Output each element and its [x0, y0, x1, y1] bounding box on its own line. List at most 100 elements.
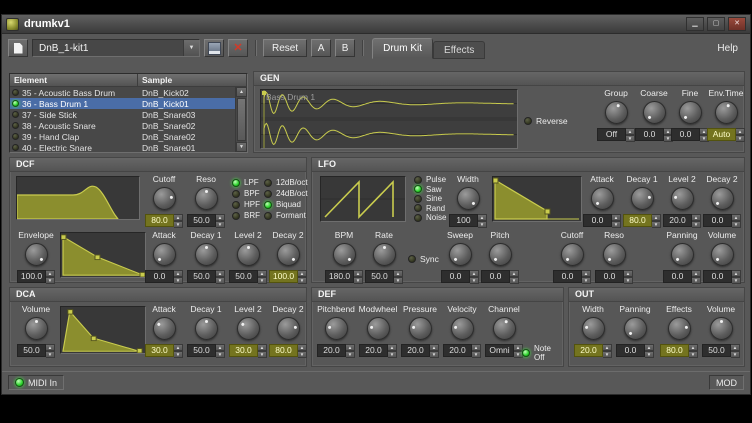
- spin-down-icon[interactable]: ▼: [612, 221, 621, 228]
- spin-buttons[interactable]: ▲▼: [354, 270, 363, 283]
- decay-2-value[interactable]: 80.0▲▼: [269, 344, 307, 357]
- combo-dropdown-icon[interactable]: ▼: [183, 40, 199, 56]
- spin-buttons[interactable]: ▲▼: [388, 344, 397, 357]
- spin-buttons[interactable]: ▲▼: [174, 214, 183, 227]
- cutoff-knob[interactable]: [561, 243, 584, 266]
- spin-up-icon[interactable]: ▲: [258, 344, 267, 351]
- coarse-knob[interactable]: [643, 101, 666, 124]
- sweep-knob[interactable]: [449, 243, 472, 266]
- list-scrollbar[interactable]: ▲ ▼: [235, 87, 247, 152]
- reso-knob[interactable]: [195, 187, 218, 210]
- spin-buttons[interactable]: ▲▼: [216, 344, 225, 357]
- spin-up-icon[interactable]: ▲: [612, 214, 621, 221]
- bpm-knob[interactable]: [333, 243, 356, 266]
- volume-value[interactable]: 0.0▲▼: [703, 270, 741, 283]
- reso-value[interactable]: 0.0▲▼: [595, 270, 633, 283]
- pressure-knob[interactable]: [409, 317, 432, 340]
- spin-buttons[interactable]: ▲▼: [258, 344, 267, 357]
- pitchbend-value[interactable]: 20.0▲▼: [317, 344, 355, 357]
- reso-knob[interactable]: [603, 243, 626, 266]
- spin-buttons[interactable]: ▲▼: [689, 344, 698, 357]
- spin-down-icon[interactable]: ▼: [645, 351, 654, 358]
- spin-up-icon[interactable]: ▲: [472, 344, 481, 351]
- spin-up-icon[interactable]: ▲: [394, 270, 403, 277]
- spin-down-icon[interactable]: ▼: [216, 277, 225, 284]
- effects-knob[interactable]: [668, 317, 691, 340]
- spin-buttons[interactable]: ▲▼: [174, 344, 183, 357]
- spin-up-icon[interactable]: ▲: [298, 344, 307, 351]
- volume-value[interactable]: 50.0▲▼: [17, 344, 55, 357]
- dcf-envelope-graph[interactable]: [60, 232, 146, 278]
- spin-up-icon[interactable]: ▲: [388, 344, 397, 351]
- attack-value[interactable]: 0.0▲▼: [583, 214, 621, 227]
- preset-combo[interactable]: DnB_1-kit1 ▼: [32, 39, 200, 57]
- spin-down-icon[interactable]: ▼: [624, 277, 633, 284]
- spin-buttons[interactable]: ▲▼: [612, 214, 621, 227]
- velocity-value[interactable]: 20.0▲▼: [443, 344, 481, 357]
- help-button[interactable]: Help: [711, 41, 744, 56]
- decay-1-knob[interactable]: [195, 317, 218, 340]
- spin-up-icon[interactable]: ▲: [174, 270, 183, 277]
- spin-up-icon[interactable]: ▲: [692, 270, 701, 277]
- spin-down-icon[interactable]: ▼: [46, 351, 55, 358]
- spin-down-icon[interactable]: ▼: [472, 351, 481, 358]
- spin-up-icon[interactable]: ▲: [732, 214, 741, 221]
- level-2-knob[interactable]: [671, 187, 694, 210]
- decay-2-value[interactable]: 0.0▲▼: [703, 214, 741, 227]
- spin-buttons[interactable]: ▲▼: [603, 344, 612, 357]
- spin-up-icon[interactable]: ▲: [645, 344, 654, 351]
- spin-up-icon[interactable]: ▲: [216, 214, 225, 221]
- radio-formant[interactable]: Formant: [264, 210, 308, 221]
- spin-buttons[interactable]: ▲▼: [298, 270, 307, 283]
- spin-down-icon[interactable]: ▼: [298, 277, 307, 284]
- spin-buttons[interactable]: ▲▼: [692, 214, 701, 227]
- envelope-value[interactable]: 100.0▲▼: [17, 270, 55, 283]
- compare-b-button[interactable]: B: [335, 39, 355, 57]
- spin-up-icon[interactable]: ▲: [736, 128, 745, 135]
- modwheel-knob[interactable]: [367, 317, 390, 340]
- spin-buttons[interactable]: ▲▼: [478, 214, 487, 227]
- effects-value[interactable]: 80.0▲▼: [660, 344, 698, 357]
- spin-buttons[interactable]: ▲▼: [582, 270, 591, 283]
- spin-buttons[interactable]: ▲▼: [216, 270, 225, 283]
- decay-1-knob[interactable]: [631, 187, 654, 210]
- spin-down-icon[interactable]: ▼: [470, 277, 479, 284]
- spin-down-icon[interactable]: ▼: [430, 351, 439, 358]
- spin-buttons[interactable]: ▲▼: [732, 270, 741, 283]
- titlebar[interactable]: drumkv1 ▁ ▢ ✕: [2, 15, 750, 34]
- radio-hpf[interactable]: HPF: [232, 199, 260, 210]
- panning-value[interactable]: 0.0▲▼: [663, 270, 701, 283]
- sweep-value[interactable]: 0.0▲▼: [441, 270, 479, 283]
- fine-knob[interactable]: [679, 101, 702, 124]
- spin-up-icon[interactable]: ▲: [216, 344, 225, 351]
- note-off-checkbox[interactable]: Note Off: [522, 344, 563, 362]
- level-2-value[interactable]: 50.0▲▼: [229, 270, 267, 283]
- spin-up-icon[interactable]: ▲: [603, 344, 612, 351]
- dcf-filter-graph[interactable]: [16, 176, 140, 220]
- reverse-checkbox[interactable]: Reverse: [524, 116, 568, 126]
- radio-pulse[interactable]: Pulse: [414, 175, 446, 185]
- reset-button[interactable]: Reset: [263, 39, 307, 57]
- attack-knob[interactable]: [591, 187, 614, 210]
- column-sample[interactable]: Sample: [138, 74, 247, 87]
- spin-down-icon[interactable]: ▼: [510, 277, 519, 284]
- width-knob[interactable]: [457, 187, 480, 210]
- spin-up-icon[interactable]: ▲: [624, 270, 633, 277]
- group-knob[interactable]: [605, 101, 628, 124]
- spin-down-icon[interactable]: ▼: [736, 135, 745, 142]
- volume-value[interactable]: 50.0▲▼: [702, 344, 740, 357]
- width-value[interactable]: 100▲▼: [449, 214, 487, 227]
- cutoff-knob[interactable]: [153, 187, 176, 210]
- spin-up-icon[interactable]: ▲: [174, 214, 183, 221]
- spin-up-icon[interactable]: ▲: [692, 214, 701, 221]
- spin-down-icon[interactable]: ▼: [354, 277, 363, 284]
- spin-down-icon[interactable]: ▼: [216, 351, 225, 358]
- pitch-knob[interactable]: [489, 243, 512, 266]
- spin-up-icon[interactable]: ▲: [689, 344, 698, 351]
- panning-knob[interactable]: [624, 317, 647, 340]
- tab-drum-kit[interactable]: Drum Kit: [372, 38, 433, 59]
- spin-up-icon[interactable]: ▲: [582, 270, 591, 277]
- decay-1-knob[interactable]: [195, 243, 218, 266]
- radio-rand[interactable]: Rand: [414, 204, 446, 214]
- fine-value[interactable]: 0.0▲▼: [671, 128, 709, 141]
